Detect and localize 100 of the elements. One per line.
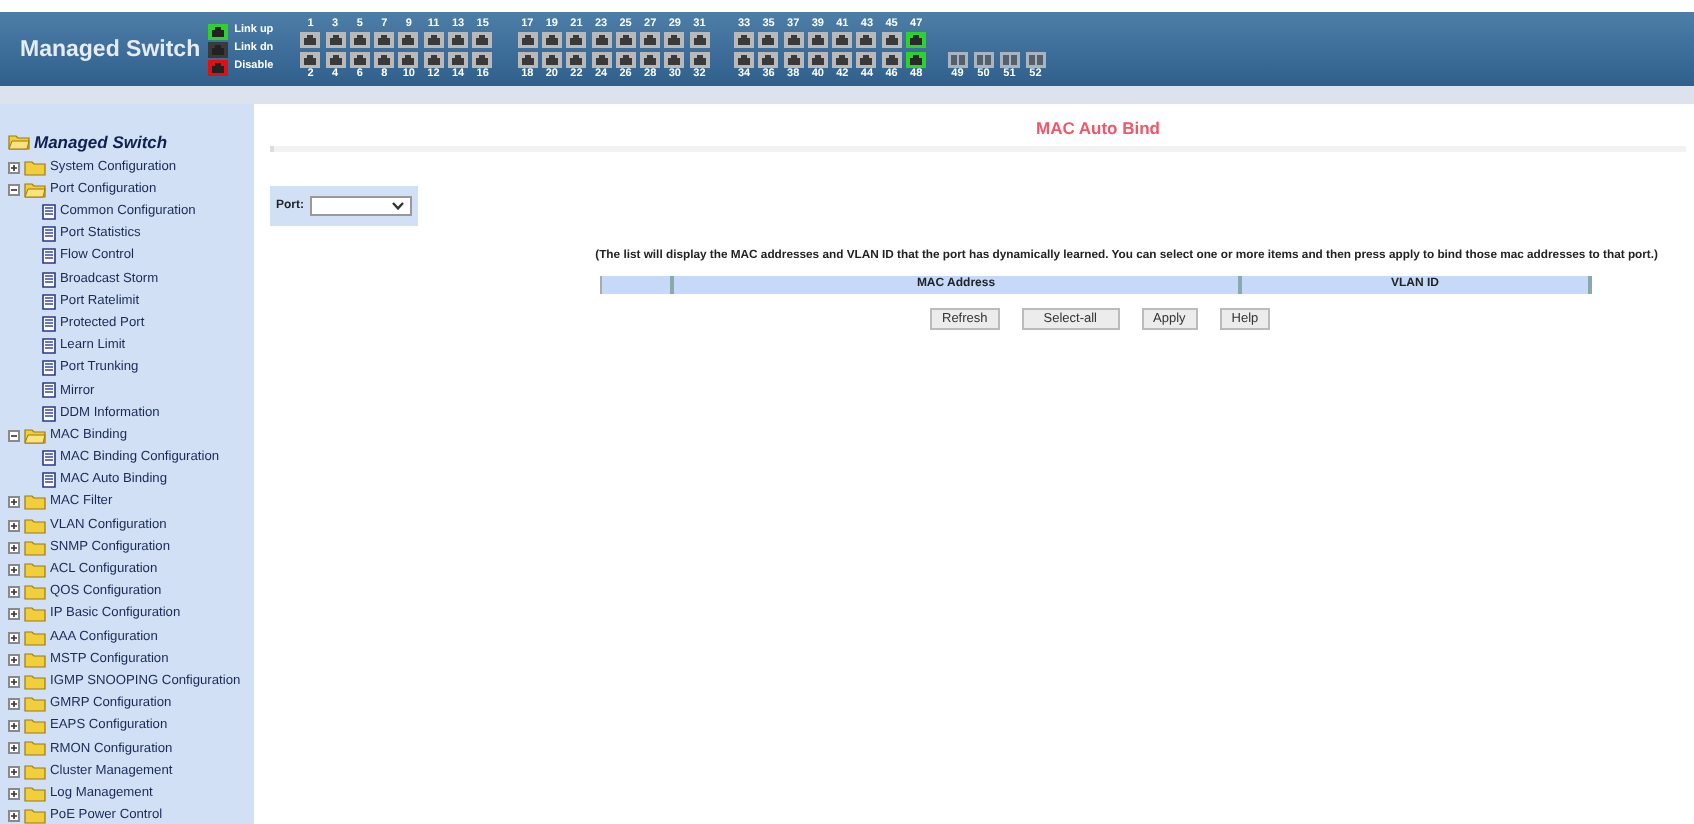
ethernet-port-icon[interactable]	[881, 51, 902, 67]
expand-icon[interactable]	[8, 161, 20, 174]
ethernet-port-icon[interactable]	[423, 31, 444, 47]
folder-icon	[24, 808, 46, 824]
expand-icon[interactable]	[8, 586, 20, 599]
ethernet-port-icon[interactable]	[856, 51, 877, 67]
ethernet-port-icon[interactable]	[640, 31, 661, 47]
ethernet-port-icon[interactable]	[517, 51, 538, 67]
ethernet-port-icon[interactable]	[325, 31, 346, 47]
ethernet-port-icon[interactable]	[300, 51, 321, 67]
ethernet-port-icon[interactable]	[566, 31, 587, 47]
folder-icon	[24, 763, 46, 780]
folder-icon	[24, 718, 46, 735]
ethernet-port-icon[interactable]	[374, 31, 395, 47]
ethernet-port-icon[interactable]	[349, 51, 370, 67]
ethernet-port-icon[interactable]	[640, 51, 661, 67]
folder-icon	[24, 181, 46, 198]
ethernet-port-icon[interactable]	[566, 51, 587, 67]
ethernet-port-icon[interactable]	[398, 51, 419, 67]
fiber-port-icon[interactable]	[947, 51, 968, 67]
ethernet-port-icon[interactable]	[541, 51, 562, 67]
folder-icon	[24, 673, 46, 690]
expand-icon[interactable]	[8, 496, 20, 509]
expand-icon[interactable]	[8, 631, 20, 644]
ethernet-port-icon[interactable]	[541, 31, 562, 47]
page-icon	[42, 450, 56, 467]
expand-icon[interactable]	[8, 519, 20, 532]
ethernet-port-icon[interactable]	[906, 31, 927, 47]
page-icon	[42, 271, 56, 288]
expand-icon[interactable]	[8, 787, 20, 800]
folder-icon	[24, 606, 46, 623]
ethernet-port-icon[interactable]	[664, 31, 685, 47]
folder-icon	[24, 584, 46, 601]
ethernet-port-icon[interactable]	[856, 31, 877, 47]
ethernet-port-icon[interactable]	[689, 31, 710, 47]
table-header	[600, 276, 674, 295]
ethernet-port-icon[interactable]	[689, 51, 710, 67]
folder-icon	[24, 629, 46, 646]
fiber-port-icon[interactable]	[1025, 51, 1046, 67]
ethernet-port-icon[interactable]	[423, 51, 444, 67]
ethernet-port-icon[interactable]	[807, 31, 828, 47]
ethernet-port-icon[interactable]	[758, 31, 779, 47]
ethernet-port-icon[interactable]	[591, 31, 612, 47]
header-title: Managed Switch	[20, 35, 201, 63]
folder-icon	[24, 159, 46, 176]
page-title: MAC Auto Bind	[1033, 116, 1162, 142]
folder-icon	[24, 696, 46, 713]
folder-icon	[24, 740, 46, 757]
expand-icon[interactable]	[8, 563, 20, 576]
page-icon	[42, 382, 56, 399]
ethernet-port-icon[interactable]	[906, 51, 927, 67]
page-icon	[42, 293, 56, 310]
folder-icon	[24, 494, 46, 511]
folder-icon	[24, 651, 46, 668]
ethernet-port-icon[interactable]	[615, 51, 636, 67]
ethernet-port-icon[interactable]	[374, 51, 395, 67]
expand-icon[interactable]	[8, 608, 20, 621]
ethernet-port-icon[interactable]	[881, 31, 902, 47]
expand-icon[interactable]	[8, 810, 20, 823]
folder-icon	[24, 561, 46, 578]
ethernet-port-icon[interactable]	[807, 51, 828, 67]
expand-icon[interactable]	[8, 541, 20, 554]
ethernet-port-icon[interactable]	[783, 31, 804, 47]
ethernet-port-icon[interactable]	[472, 31, 493, 47]
ethernet-port-icon[interactable]	[398, 31, 419, 47]
folder-icon	[24, 517, 46, 534]
fiber-port-icon[interactable]	[999, 51, 1020, 67]
collapse-icon[interactable]	[8, 429, 20, 442]
ethernet-port-icon[interactable]	[832, 31, 853, 47]
page-icon	[42, 472, 56, 489]
page-icon	[42, 226, 56, 243]
ethernet-port-icon[interactable]	[758, 51, 779, 67]
ethernet-port-icon[interactable]	[734, 31, 754, 47]
expand-icon[interactable]	[8, 698, 20, 711]
ethernet-port-icon[interactable]	[349, 31, 370, 47]
ethernet-port-icon[interactable]	[832, 51, 853, 67]
ethernet-port-icon[interactable]	[472, 51, 493, 67]
expand-icon[interactable]	[8, 720, 20, 733]
ethernet-port-icon[interactable]	[325, 51, 346, 67]
expand-icon[interactable]	[8, 675, 20, 688]
ethernet-port-icon[interactable]	[664, 51, 685, 67]
ethernet-port-icon[interactable]	[783, 51, 804, 67]
expand-icon[interactable]	[8, 653, 20, 666]
folder-icon	[8, 134, 30, 150]
ethernet-port-icon[interactable]	[734, 51, 754, 67]
fiber-port-icon[interactable]	[973, 51, 994, 67]
collapse-icon[interactable]	[8, 183, 20, 196]
expand-icon[interactable]	[8, 742, 20, 755]
ethernet-port-icon[interactable]	[448, 51, 469, 67]
ethernet-port-icon[interactable]	[448, 31, 469, 47]
tree-root-label[interactable]: Managed Switch	[34, 129, 168, 155]
ethernet-port-icon[interactable]	[517, 31, 538, 47]
expand-icon[interactable]	[8, 765, 20, 778]
port-select[interactable]	[310, 196, 412, 217]
ethernet-port-icon[interactable]	[300, 31, 321, 47]
page-icon	[42, 203, 56, 220]
page-icon	[42, 360, 56, 377]
folder-icon	[24, 427, 46, 444]
ethernet-port-icon[interactable]	[591, 51, 612, 67]
ethernet-port-icon[interactable]	[615, 31, 636, 47]
